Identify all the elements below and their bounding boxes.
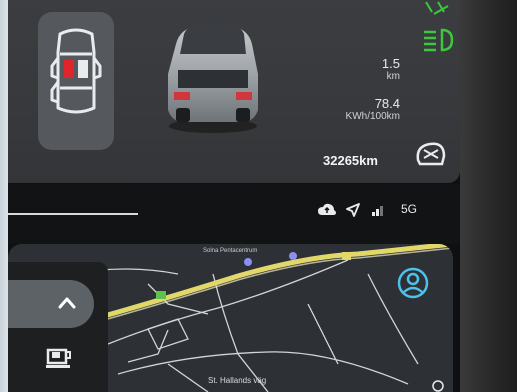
range-readout: 1.5 km [382, 56, 400, 82]
lane-assist-icon [425, 1, 449, 15]
consumption-unit: KWh/100km [345, 111, 400, 122]
door-status-button[interactable] [38, 12, 114, 150]
cloud-sync-icon [318, 203, 336, 215]
map-street-label: St. Hallands väg [208, 376, 267, 385]
vehicle-status-card: 1.5 km 78.4 KWh/100km 32265km [8, 0, 460, 183]
coffee-icon[interactable] [44, 344, 74, 370]
chevron-up-icon [58, 297, 76, 309]
collapse-button[interactable] [8, 280, 94, 328]
infotainment-screen: 1.5 km 78.4 KWh/100km 32265km 5G Solna P… [8, 0, 460, 392]
consumption-value: 78.4 [374, 96, 400, 111]
headlight-icon [424, 28, 454, 52]
odometer: 32265km [323, 153, 378, 168]
home-indicator-bar[interactable] [8, 213, 138, 215]
car-illustration [168, 24, 258, 133]
quick-panel [8, 262, 108, 392]
map-marker-icon [432, 380, 444, 392]
consumption-readout: 78.4 KWh/100km [346, 96, 400, 122]
car-doors-icon [50, 28, 102, 114]
range-value: 1.5 [381, 56, 400, 71]
tyre-icon[interactable] [414, 138, 448, 168]
network-type: 5G [401, 202, 418, 216]
location-arrow-icon [346, 203, 360, 217]
range-unit: km [386, 71, 400, 82]
indicator-area [418, 0, 458, 60]
signal-bars-icon [372, 206, 383, 216]
status-bar: 5G [8, 184, 460, 244]
screen-photo: 1.5 km 78.4 KWh/100km 32265km 5G Solna P… [0, 0, 517, 392]
map-place-label: Solna Pentacentrum [203, 248, 258, 254]
profile-icon[interactable] [396, 266, 430, 300]
